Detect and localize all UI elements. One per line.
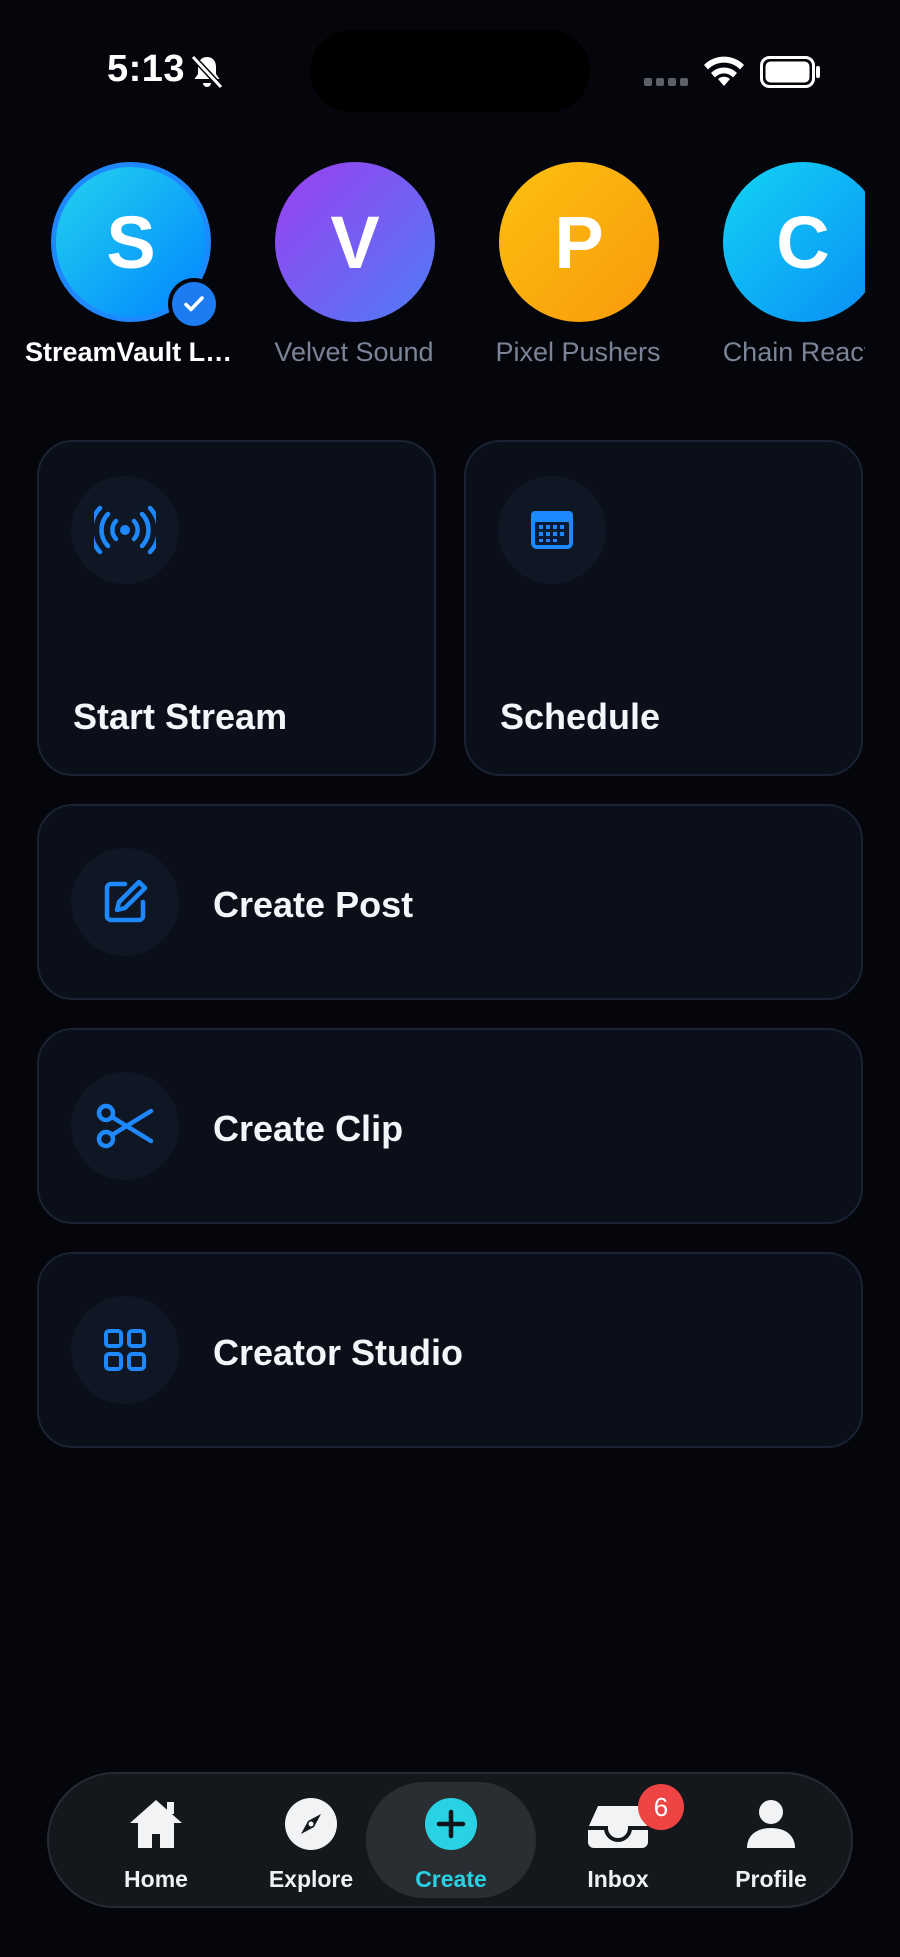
grid-icon-wrap [71,1296,179,1404]
calendar-icon-wrap [498,476,606,584]
wifi-icon [704,56,744,86]
broadcast-icon [94,505,156,555]
bottom-tab-bar: Home Explore Create 6 Inbox Profile [47,1772,853,1908]
edit-icon-wrap [71,848,179,956]
avatar: C [723,162,865,322]
signal-icon [644,78,688,86]
account-name: Chain Reaction [722,337,865,367]
inbox-badge: 6 [638,1784,684,1830]
create-clip-label: Create Clip [213,1108,404,1149]
tab-create[interactable]: Create [366,1782,536,1898]
verified-check-icon [168,278,220,330]
broadcast-icon-wrap [71,476,179,584]
tab-explore-label: Explore [268,1866,354,1892]
grid-icon [104,1329,146,1371]
dynamic-island [310,30,590,112]
plus-circle-icon [425,1798,477,1850]
start-stream-card[interactable]: Start Stream [37,440,436,776]
tab-create-label: Create [415,1866,487,1892]
create-clip-card[interactable]: Create Clip [37,1028,863,1224]
tab-home[interactable]: Home [81,1774,231,1906]
tab-profile-label: Profile [735,1866,807,1892]
tab-home-label: Home [124,1866,188,1892]
status-time: 5:13 [107,48,186,90]
creator-studio-label: Creator Studio [213,1332,464,1373]
avatar: V [275,162,435,322]
account-switcher: S StreamVault Live V Velvet Sound P Pixe… [0,160,865,380]
tab-inbox-label: Inbox [587,1866,649,1892]
account-name: Pixel Pushers [495,337,661,367]
start-stream-label: Start Stream [73,696,288,737]
person-icon [747,1800,795,1848]
scissors-icon-wrap [71,1072,179,1180]
schedule-card[interactable]: Schedule [464,440,863,776]
calendar-icon [531,511,573,549]
schedule-label: Schedule [500,696,661,737]
battery-icon [760,56,820,88]
tab-explore[interactable]: Explore [236,1774,386,1906]
create-post-label: Create Post [213,884,414,925]
scissors-icon [96,1103,154,1149]
create-post-card[interactable]: Create Post [37,804,863,1000]
avatar: P [499,162,659,322]
bell-off-icon [190,54,224,90]
tab-inbox[interactable]: 6 Inbox [543,1774,693,1906]
account-name: Velvet Sound [274,337,434,367]
tab-profile[interactable]: Profile [696,1774,846,1906]
creator-studio-card[interactable]: Creator Studio [37,1252,863,1448]
status-bar: 5:13 [0,0,900,140]
account-name: StreamVault Live [25,337,235,367]
edit-icon [104,879,148,923]
compass-icon [285,1798,337,1850]
home-icon [130,1800,182,1848]
